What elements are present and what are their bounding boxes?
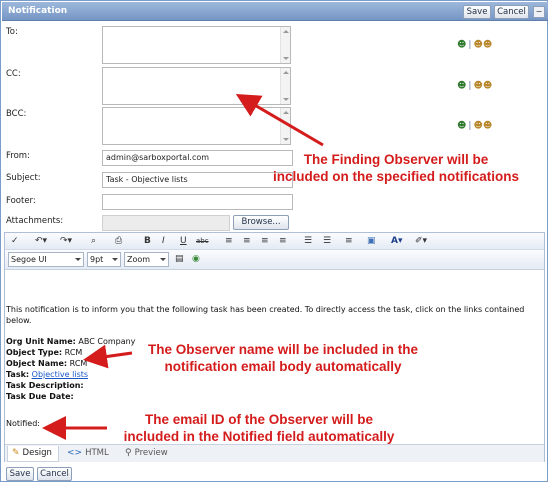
spellcheck-icon[interactable]: ✓ (11, 236, 19, 247)
chevron-down-icon (74, 254, 82, 265)
bcc-field[interactable] (102, 107, 291, 145)
attachments-label: Attachments: (6, 216, 64, 226)
print-icon[interactable]: ⎙ (115, 236, 122, 247)
minimize-icon[interactable]: − (533, 6, 545, 18)
template-icon[interactable]: ▤ (175, 254, 184, 265)
italic-icon[interactable]: I (162, 236, 165, 247)
to-label: To: (6, 27, 18, 37)
font-family-select[interactable]: Segoe UI (8, 252, 84, 267)
pencil-icon: ✎ (12, 448, 20, 458)
redo-icon[interactable]: ↷▾ (60, 236, 72, 247)
magnifier-icon: ⚲ (125, 448, 132, 458)
cc-recipient-pickers: ☻ | ☻☻ (457, 81, 493, 91)
users-icon[interactable]: ☻☻ (473, 40, 492, 50)
undo-icon[interactable]: ↶▾ (35, 236, 47, 247)
from-label: From: (6, 151, 30, 161)
cancel-button[interactable]: Cancel (37, 467, 72, 481)
task-due-date-line: Task Due Date: (6, 392, 74, 401)
object-name-line: Object Name: RCM (6, 359, 88, 368)
editor-toolbar-formatting: ✓ ↶▾ ↷▾ ⌕ ⎙ B I U abc ≡ ≡ ≡ ≡ ☰ ☰ ≡ ▣ A▾… (5, 233, 544, 250)
title-bar: Notification Save Cancel − (2, 2, 548, 21)
users-icon[interactable]: ☻☻ (473, 121, 492, 131)
org-unit-line: Org Unit Name: ABC Company (6, 337, 136, 346)
numbered-list-icon[interactable]: ☰ (304, 236, 312, 247)
annotation-finding-observer: The Finding Observer will be included on… (272, 152, 520, 184)
cc-scrollbar[interactable] (280, 68, 290, 104)
editor-toolbar-fonts: Segoe UI 9pt Zoom ▤ ◉ (5, 250, 544, 270)
to-scrollbar[interactable] (280, 27, 290, 63)
bulleted-list-icon[interactable]: ☰ (323, 236, 331, 247)
intro-text: This notification is to inform you that … (6, 305, 525, 314)
annotation-observer-name: The Observer name will be included in th… (147, 342, 419, 374)
zoom-select[interactable]: Zoom (124, 252, 169, 267)
bold-icon[interactable]: B (144, 236, 151, 247)
insert-image-icon[interactable]: ▣ (367, 236, 376, 247)
cc-label: CC: (6, 69, 21, 79)
font-size-select[interactable]: 9pt (87, 252, 121, 267)
underline-icon[interactable]: U (180, 236, 187, 247)
browse-button[interactable]: Browse... (233, 215, 289, 230)
notified-line: Notified: (6, 419, 40, 428)
bcc-recipient-pickers: ☻ | ☻☻ (457, 121, 493, 131)
tab-html[interactable]: <> HTML (63, 446, 113, 462)
footer-label: Footer: (6, 196, 36, 206)
paragraph-icon[interactable]: ≡ (345, 236, 353, 247)
align-left-icon[interactable]: ≡ (225, 236, 233, 247)
attachment-path[interactable] (102, 215, 230, 231)
tab-preview[interactable]: ⚲ Preview (121, 446, 181, 462)
users-icon[interactable]: ☻☻ (473, 81, 492, 91)
chevron-down-icon (159, 254, 167, 265)
tab-design[interactable]: ✎ Design (7, 446, 59, 462)
notification-window: Notification Save Cancel − To: ☻ | ☻☻ CC: … (0, 0, 548, 482)
justify-icon[interactable]: ≡ (279, 236, 287, 247)
task-link[interactable]: Objective lists (32, 370, 88, 379)
save-button[interactable]: Save (6, 467, 34, 481)
cancel-button-top[interactable]: Cancel (494, 5, 529, 19)
user-icon[interactable]: ☻ (457, 121, 466, 131)
strikethrough-icon[interactable]: abc (196, 236, 209, 247)
to-field[interactable] (102, 26, 291, 64)
intro-text-cont: below. (6, 316, 32, 325)
footer-field[interactable] (102, 194, 293, 210)
user-icon[interactable]: ☻ (457, 40, 466, 50)
user-icon[interactable]: ☻ (457, 81, 466, 91)
to-recipient-pickers: ☻ | ☻☻ (457, 40, 493, 50)
chevron-down-icon (111, 254, 119, 265)
editor-mode-tabs: ✎ Design <> HTML ⚲ Preview (5, 444, 544, 462)
object-type-line: Object Type: RCM (6, 348, 83, 357)
bcc-scrollbar[interactable] (280, 108, 290, 144)
hyperlink-icon[interactable]: ◉ (192, 254, 200, 265)
align-right-icon[interactable]: ≡ (261, 236, 269, 247)
cc-field[interactable] (102, 67, 291, 105)
subject-label: Subject: (6, 173, 41, 183)
window-title: Notification (8, 6, 68, 16)
highlight-icon[interactable]: ✐▾ (415, 236, 427, 247)
task-line: Task: Objective lists (6, 370, 89, 379)
bcc-label: BCC: (6, 109, 27, 119)
annotation-observer-email: The email ID of the Observer will be inc… (123, 412, 395, 444)
font-color-icon[interactable]: A▾ (391, 236, 402, 247)
find-icon[interactable]: ⌕ (91, 236, 96, 247)
save-button-top[interactable]: Save (463, 5, 491, 19)
align-center-icon[interactable]: ≡ (243, 236, 251, 247)
task-description-line: Task Description: (6, 381, 84, 390)
code-icon: <> (67, 448, 83, 458)
